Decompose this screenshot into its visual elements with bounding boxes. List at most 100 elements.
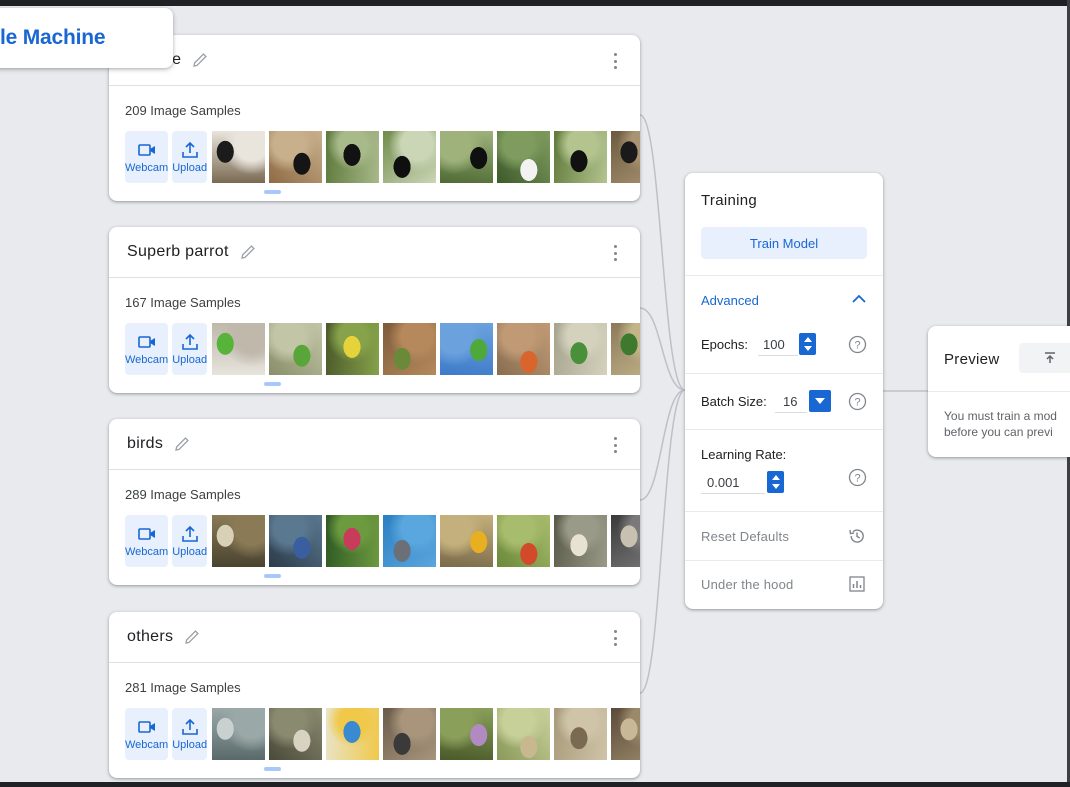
edit-pencil-icon[interactable] bbox=[183, 628, 201, 646]
sample-thumbnail[interactable] bbox=[554, 515, 608, 567]
history-icon[interactable] bbox=[848, 527, 866, 545]
sample-thumbnail[interactable] bbox=[383, 515, 437, 567]
sample-thumbnail[interactable] bbox=[383, 323, 437, 375]
advanced-toggle[interactable]: Advanced bbox=[701, 293, 759, 308]
sample-thumbnail[interactable] bbox=[611, 708, 640, 760]
more-options-icon[interactable] bbox=[612, 437, 618, 453]
epochs-stepper[interactable] bbox=[799, 333, 816, 355]
sample-thumbnail[interactable] bbox=[611, 323, 640, 375]
class-name[interactable]: others bbox=[127, 628, 173, 646]
preview-message-line2: before you can previ bbox=[944, 425, 1053, 439]
upload-button[interactable]: Upload bbox=[172, 323, 208, 375]
epochs-label: Epochs: bbox=[701, 337, 748, 352]
sample-thumbnail[interactable] bbox=[440, 131, 494, 183]
more-options-icon[interactable] bbox=[612, 630, 618, 646]
help-icon[interactable]: ? bbox=[848, 335, 867, 354]
sample-thumbnail[interactable] bbox=[326, 515, 380, 567]
sample-thumbnail[interactable] bbox=[326, 708, 380, 760]
sample-thumbnail[interactable] bbox=[554, 708, 608, 760]
sample-thumbnail[interactable] bbox=[554, 131, 608, 183]
train-model-button[interactable]: Train Model bbox=[701, 227, 867, 259]
sample-thumbnails bbox=[212, 515, 640, 567]
sample-thumbnail[interactable] bbox=[326, 323, 380, 375]
export-model-button[interactable] bbox=[1019, 343, 1070, 373]
svg-text:?: ? bbox=[854, 340, 860, 352]
divider bbox=[685, 275, 883, 276]
class-header: others bbox=[109, 612, 640, 663]
preview-message: You must train a mod before you can prev… bbox=[944, 408, 1070, 440]
webcam-icon bbox=[137, 720, 155, 733]
edit-pencil-icon[interactable] bbox=[239, 243, 257, 261]
webcam-button[interactable]: Webcam bbox=[125, 323, 169, 375]
help-icon[interactable]: ? bbox=[848, 392, 867, 411]
upload-label: Upload bbox=[172, 161, 208, 174]
class-name[interactable]: birds bbox=[127, 435, 163, 453]
sample-thumbnail[interactable] bbox=[497, 708, 551, 760]
class-card-0: Magpie 209 Image Samples Webcam Upload bbox=[109, 35, 640, 201]
edit-pencil-icon[interactable] bbox=[191, 51, 209, 69]
learning-rate-input[interactable]: 0.001 bbox=[701, 472, 765, 494]
sample-thumbnails bbox=[212, 131, 640, 183]
thumbnail-scrollbar[interactable] bbox=[264, 382, 281, 386]
preview-title: Preview bbox=[944, 351, 1000, 368]
sample-thumbnail[interactable] bbox=[212, 708, 266, 760]
sample-thumbnail[interactable] bbox=[554, 323, 608, 375]
app-logo[interactable]: le Machine bbox=[0, 8, 173, 68]
sample-thumbnail[interactable] bbox=[440, 708, 494, 760]
bar-chart-icon[interactable] bbox=[848, 575, 866, 593]
sample-thumbnail[interactable] bbox=[269, 323, 323, 375]
class-name[interactable]: Superb parrot bbox=[127, 243, 229, 261]
sample-count: 167 Image Samples bbox=[125, 295, 241, 310]
more-options-icon[interactable] bbox=[612, 245, 618, 261]
webcam-label: Webcam bbox=[125, 545, 169, 558]
sample-thumbnail[interactable] bbox=[269, 708, 323, 760]
sample-thumbnail[interactable] bbox=[611, 131, 640, 183]
learning-rate-stepper[interactable] bbox=[767, 471, 784, 493]
webcam-label: Webcam bbox=[125, 161, 169, 174]
class-header: Superb parrot bbox=[109, 227, 640, 278]
upload-button[interactable]: Upload bbox=[172, 515, 208, 567]
learning-rate-label: Learning Rate: bbox=[701, 447, 787, 462]
reset-defaults-button[interactable]: Reset Defaults bbox=[701, 529, 789, 544]
sample-thumbnail[interactable] bbox=[326, 131, 380, 183]
sample-thumbnail[interactable] bbox=[440, 323, 494, 375]
under-the-hood-button[interactable]: Under the hood bbox=[701, 577, 793, 592]
sample-thumbnail[interactable] bbox=[497, 323, 551, 375]
export-icon bbox=[1045, 352, 1055, 363]
thumbnail-scrollbar[interactable] bbox=[264, 190, 281, 194]
sample-thumbnail[interactable] bbox=[269, 131, 323, 183]
sample-thumbnail[interactable] bbox=[212, 131, 266, 183]
upload-button[interactable]: Upload bbox=[172, 131, 208, 183]
sample-thumbnail[interactable] bbox=[611, 515, 640, 567]
webcam-label: Webcam bbox=[125, 738, 169, 751]
sample-thumbnail[interactable] bbox=[212, 515, 266, 567]
sample-thumbnails bbox=[212, 323, 640, 375]
help-icon[interactable]: ? bbox=[848, 468, 867, 487]
sample-thumbnail[interactable] bbox=[383, 708, 437, 760]
upload-button[interactable]: Upload bbox=[172, 708, 208, 760]
webcam-icon bbox=[137, 335, 155, 348]
preview-message-line1: You must train a mod bbox=[944, 409, 1057, 423]
sample-thumbnail[interactable] bbox=[440, 515, 494, 567]
epochs-input[interactable]: 100 bbox=[758, 334, 798, 356]
edit-pencil-icon[interactable] bbox=[173, 435, 191, 453]
sample-thumbnail[interactable] bbox=[497, 515, 551, 567]
more-options-icon[interactable] bbox=[612, 53, 618, 69]
webcam-button[interactable]: Webcam bbox=[125, 131, 169, 183]
sample-thumbnail[interactable] bbox=[383, 131, 437, 183]
sample-thumbnail[interactable] bbox=[212, 323, 266, 375]
webcam-icon bbox=[137, 527, 155, 540]
thumbnail-scrollbar[interactable] bbox=[264, 767, 281, 771]
app-title: le Machine bbox=[0, 26, 106, 49]
sample-thumbnail[interactable] bbox=[269, 515, 323, 567]
sample-thumbnail[interactable] bbox=[497, 131, 551, 183]
thumbnail-scrollbar[interactable] bbox=[264, 574, 281, 578]
batch-size-select[interactable]: 16 bbox=[775, 391, 807, 413]
chevron-up-icon[interactable] bbox=[851, 293, 867, 305]
dropdown-arrow-icon[interactable] bbox=[809, 390, 831, 412]
webcam-button[interactable]: Webcam bbox=[125, 708, 169, 760]
webcam-button[interactable]: Webcam bbox=[125, 515, 169, 567]
sample-count: 289 Image Samples bbox=[125, 487, 241, 502]
upload-icon bbox=[181, 718, 198, 735]
class-card-3: others 281 Image Samples Webcam Upload bbox=[109, 612, 640, 778]
